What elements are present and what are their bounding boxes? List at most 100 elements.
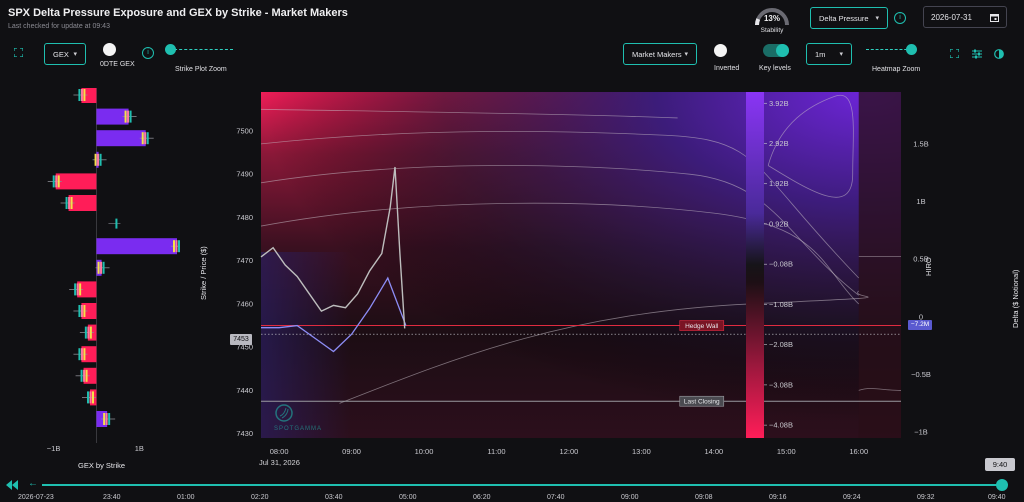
date-picker[interactable]: 2026-07-31: [923, 6, 1007, 28]
slider-handle[interactable]: [165, 44, 176, 55]
inverted-toggle[interactable]: [714, 44, 740, 57]
toggle-knob: [714, 44, 727, 57]
time-tick-label: 15:00: [777, 447, 796, 456]
timeline-handle[interactable]: [996, 479, 1008, 491]
gex-marker: [74, 283, 77, 296]
strike-tick-label: 7430: [236, 429, 253, 438]
gex-marker: [129, 110, 132, 123]
gex-marker: [94, 153, 97, 166]
strike-tick-label: 7500: [236, 126, 253, 135]
gex-tick-label: −1B: [47, 444, 61, 453]
dealer-select[interactable]: Market Makers ▾: [623, 43, 697, 65]
time-tick-label: 11:00: [487, 447, 505, 456]
timeline-label: 07:40: [547, 494, 565, 501]
gex-marker: [57, 175, 60, 188]
gex-marker: [83, 305, 86, 317]
arrow-left-icon[interactable]: ←: [28, 478, 38, 489]
gex-marker: [78, 305, 81, 317]
chevron-down-icon: ▾: [684, 51, 688, 58]
colorbar-tick-label: −3.08B: [769, 380, 793, 389]
interval-select[interactable]: 1m ▾: [806, 43, 852, 65]
hiro-tick-label: 1B: [916, 197, 925, 206]
hiro-current-badge: −7.2M: [908, 320, 932, 330]
time-tick-label: 12:00: [560, 447, 579, 456]
gex-select[interactable]: GEX ▾: [44, 43, 86, 65]
spotgamma-watermark: SPOTGAMMA: [274, 403, 322, 432]
gex-marker: [97, 153, 100, 166]
hiro-tick-label: −0.5B: [911, 370, 931, 379]
timeline-label: 09:32: [917, 494, 935, 501]
odte-toggle[interactable]: [103, 43, 129, 56]
colorbar: [746, 92, 764, 438]
strike-tick-label: 7460: [236, 299, 253, 308]
gex-marker: [83, 89, 86, 101]
gex-marker: [52, 175, 55, 188]
heatmap-positive-region: [261, 92, 901, 438]
chevron-down-icon: ▾: [839, 51, 843, 58]
chevron-down-icon: ▾: [73, 51, 77, 58]
gex-marker: [124, 110, 127, 123]
gex-marker: [80, 369, 83, 382]
time-tick-label: 13:00: [632, 447, 651, 456]
gex-marker: [87, 391, 89, 404]
heatmap-zoom-slider[interactable]: [866, 44, 922, 56]
toggle-knob: [776, 44, 789, 57]
dealer-select-value: Market Makers: [632, 49, 682, 59]
measure-select[interactable]: Delta Pressure ▾: [810, 7, 888, 29]
time-tick-label: 14:00: [704, 447, 723, 456]
timeline-label: 2026-07-23: [18, 494, 54, 501]
gex-bar: [55, 173, 97, 190]
toggle-knob: [103, 43, 116, 56]
gex-marker: [65, 197, 68, 209]
key-levels-toggle[interactable]: [763, 44, 789, 57]
gex-marker: [97, 261, 100, 274]
strike-zoom-label: Strike Plot Zoom: [175, 66, 227, 73]
gex-marker: [78, 348, 81, 361]
gex-marker: [100, 261, 103, 274]
rewind-icon[interactable]: [5, 480, 19, 490]
gex-marker: [108, 413, 111, 425]
inverted-label: Inverted: [714, 65, 740, 72]
timeline-label: 03:40: [325, 494, 343, 501]
info-icon[interactable]: i: [894, 12, 906, 24]
timeline-label: 09:08: [695, 494, 713, 501]
colorbar-tick-label: 0.92B: [769, 219, 789, 228]
gex-marker: [115, 218, 118, 229]
contrast-icon[interactable]: [994, 49, 1004, 59]
hiro-tick-label: −1B: [914, 428, 928, 437]
date-value: 2026-07-31: [931, 12, 972, 22]
timeline-current-badge: 9:40: [985, 458, 1015, 471]
gex-marker: [127, 110, 130, 123]
expand-heatmap-icon[interactable]: [950, 49, 959, 58]
colorbar-tick-label: 1.92B: [769, 179, 789, 188]
time-tick-label: 09:00: [342, 447, 361, 456]
gex-bar: [96, 238, 177, 255]
stability-label: Stability: [760, 27, 784, 34]
slider-handle[interactable]: [906, 44, 917, 55]
gex-marker: [173, 240, 175, 253]
spotgamma-logo-icon: [275, 404, 293, 422]
strike-zoom-slider[interactable]: [165, 44, 235, 56]
colorbar-tick-label: −4.08B: [769, 421, 793, 430]
gex-marker: [141, 132, 144, 145]
gex-marker: [144, 132, 147, 145]
measure-select-value: Delta Pressure: [819, 13, 869, 23]
expand-strike-icon[interactable]: [14, 48, 23, 57]
gex-tick-label: 1B: [135, 444, 144, 453]
timeline-track[interactable]: [42, 484, 1002, 486]
gex-marker: [78, 89, 81, 101]
info-icon[interactable]: i: [142, 47, 154, 59]
time-tick-label: 16:00: [849, 447, 868, 456]
gex-marker: [84, 326, 87, 339]
gex-bar: [96, 130, 146, 147]
gex-marker: [83, 369, 86, 382]
sliders-icon[interactable]: [972, 49, 982, 59]
level-label: Hedge Wall: [685, 323, 719, 330]
timeline-label: 06:20: [473, 494, 491, 501]
time-tick-label: 08:00: [270, 447, 289, 456]
timeline-label: 09:24: [843, 494, 861, 501]
interval-select-value: 1m: [815, 49, 826, 59]
gex-marker: [80, 348, 83, 361]
gex-marker: [102, 261, 105, 274]
level-label: Last Closing: [684, 399, 720, 406]
